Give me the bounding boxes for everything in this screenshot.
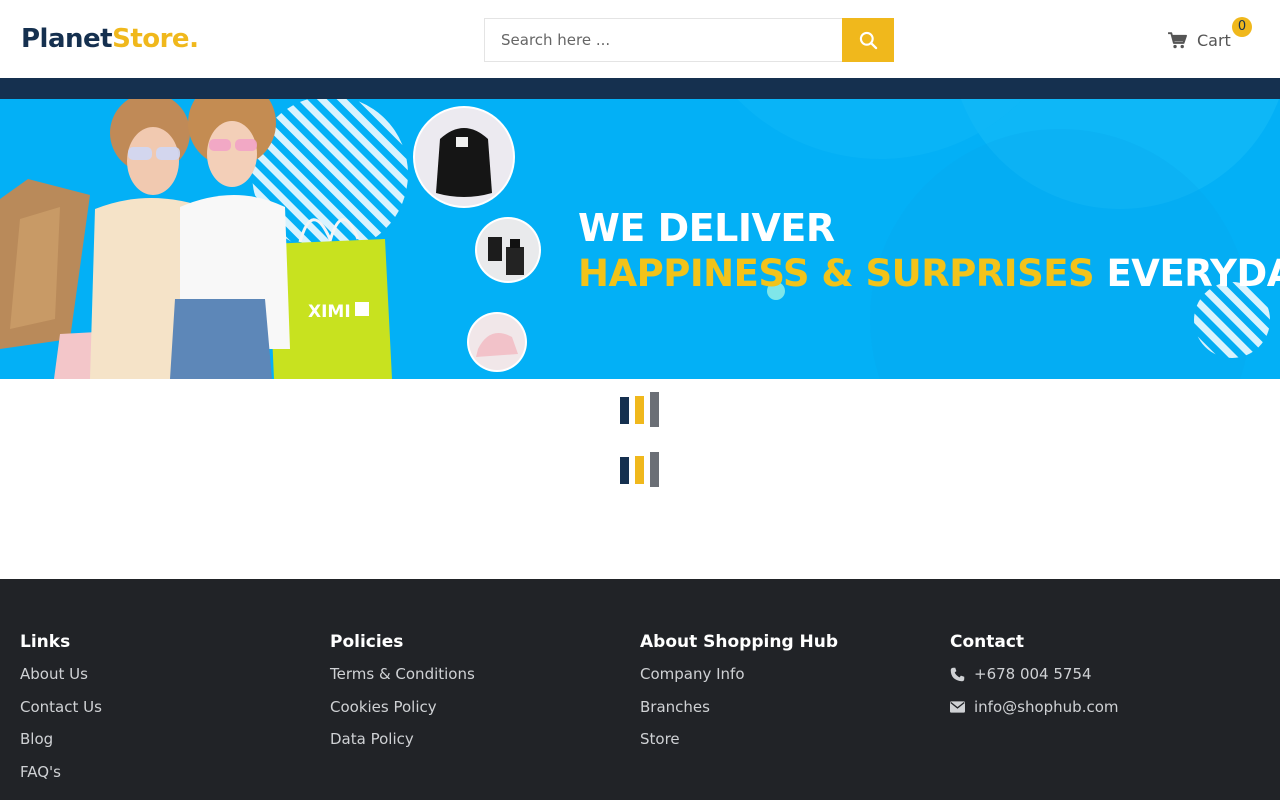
footer-link-faqs[interactable]: FAQ's	[20, 761, 102, 783]
footer-phone-link[interactable]: +678 004 5754	[950, 663, 1119, 685]
banner-line-1: WE DELIVER	[578, 206, 835, 250]
envelope-icon	[950, 700, 965, 713]
footer-link-blog[interactable]: Blog	[20, 728, 102, 750]
loading-spinner	[620, 451, 660, 487]
footer-link-store[interactable]: Store	[640, 728, 838, 750]
site-header: PlanetStore. Cart 0	[0, 0, 1280, 78]
search-button[interactable]	[842, 18, 894, 62]
footer-link-terms[interactable]: Terms & Conditions	[330, 663, 475, 685]
footer-heading: Links	[20, 632, 71, 652]
svg-text:XIMI: XIMI	[308, 302, 351, 322]
loading-spinner	[620, 391, 660, 427]
footer-link-company-info[interactable]: Company Info	[640, 663, 838, 685]
nav-bar	[0, 78, 1280, 99]
contact-phone: +678 004 5754	[974, 665, 1092, 683]
cart-count-badge: 0	[1232, 17, 1252, 37]
site-footer: Links About Us Contact Us Blog FAQ's Pol…	[0, 579, 1280, 800]
footer-email-link[interactable]: info@shophub.com	[950, 696, 1119, 718]
footer-column-links: Links About Us Contact Us Blog FAQ's	[20, 631, 102, 793]
footer-link-cookies-policy[interactable]: Cookies Policy	[330, 696, 475, 718]
cart-label: Cart	[1197, 30, 1231, 50]
footer-column-contact: Contact +678 004 5754 info@shophub.com	[950, 631, 1119, 728]
cart-icon	[1168, 31, 1187, 48]
footer-column-policies: Policies Terms & Conditions Cookies Poli…	[330, 631, 475, 761]
banner-headline: WE DELIVER HAPPINESS & SURPRISES EVERYDA…	[578, 205, 1280, 297]
footer-link-data-policy[interactable]: Data Policy	[330, 728, 475, 750]
footer-heading: Policies	[330, 632, 404, 652]
contact-email: info@shophub.com	[974, 697, 1119, 716]
logo-text-planet: Planet	[21, 24, 113, 54]
banner-line-2: HAPPINESS & SURPRISES EVERYDAY	[578, 251, 1280, 297]
search-bar	[484, 18, 894, 62]
footer-heading: Contact	[950, 632, 1025, 652]
search-input[interactable]	[484, 18, 842, 62]
footer-link-about-us[interactable]: About Us	[20, 663, 102, 685]
logo[interactable]: PlanetStore.	[21, 22, 199, 56]
search-icon	[859, 31, 877, 49]
cart-link[interactable]: Cart	[1168, 26, 1231, 54]
footer-link-branches[interactable]: Branches	[640, 696, 838, 718]
hero-banner[interactable]: XIMI XIMI	[0, 99, 1280, 379]
footer-column-about: About Shopping Hub Company Info Branches…	[640, 631, 838, 761]
logo-text-store: Store.	[112, 24, 199, 54]
footer-heading: About Shopping Hub	[640, 632, 839, 652]
phone-icon	[950, 667, 965, 681]
banner-line-2-rest: EVERYDAY	[1106, 252, 1280, 295]
banner-highlight: HAPPINESS & SURPRISES	[578, 252, 1095, 295]
footer-link-contact-us[interactable]: Contact Us	[20, 696, 102, 718]
